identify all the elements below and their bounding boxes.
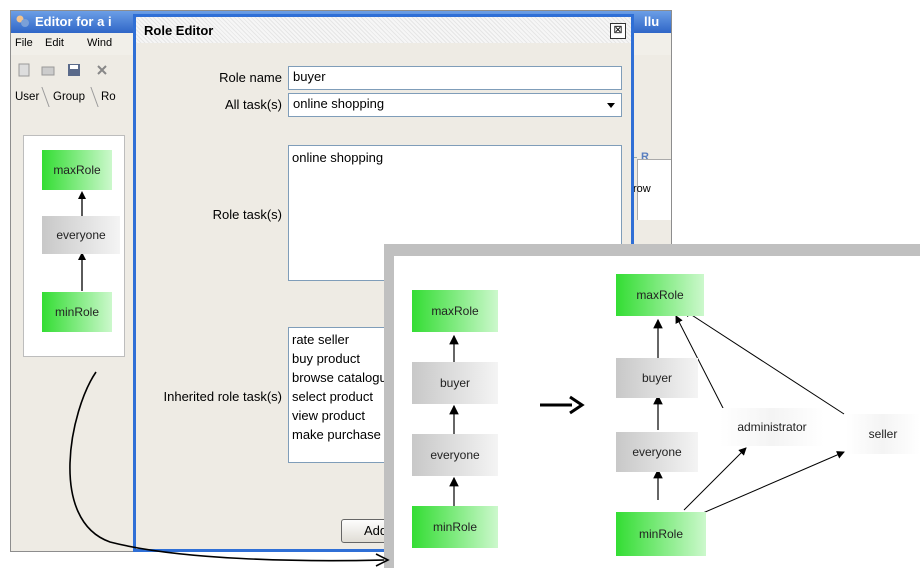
callout-arrow (69, 371, 390, 567)
